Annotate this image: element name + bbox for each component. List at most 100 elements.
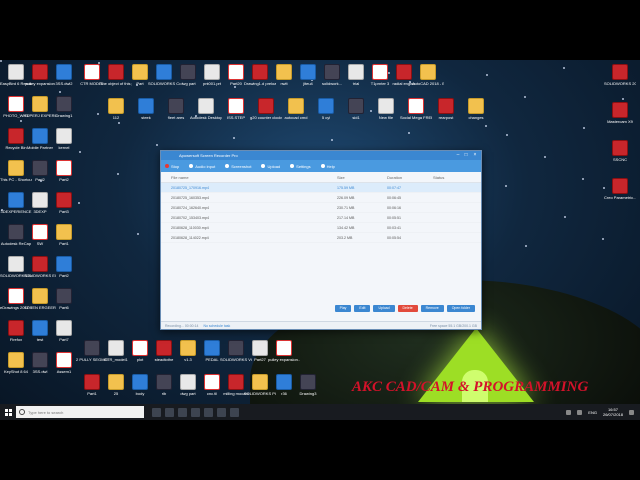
- file-icon: [318, 98, 334, 114]
- desktop-icon-label: ISS.STEP: [226, 115, 245, 120]
- file-row[interactable]: 20180725_160353.mp4 226.09 MB 00:06:45: [161, 193, 481, 203]
- desktop-icon[interactable]: Drawing3: [292, 374, 324, 396]
- star: [602, 238, 604, 240]
- file-row[interactable]: 20180702_153403.mp4 217.14 MB 00:05:51: [161, 213, 481, 223]
- desktop-icon[interactable]: kernel: [48, 128, 80, 150]
- desktop-icon[interactable]: Part2: [48, 160, 80, 182]
- desktop-icon[interactable]: sid1: [340, 98, 372, 120]
- desktop-icon[interactable]: fleet ares: [160, 98, 192, 120]
- play-button[interactable]: Play: [334, 305, 352, 312]
- clock[interactable]: 16:57 26/07/2018: [603, 407, 623, 417]
- desktop-icon[interactable]: 5 cyl: [310, 98, 342, 120]
- desktop-icon[interactable]: Social Mega FREE: [400, 98, 432, 120]
- desktop-icon-label: fleet ares: [167, 115, 185, 120]
- mail-icon[interactable]: [204, 407, 213, 417]
- open-folder-button[interactable]: Open folder: [446, 305, 475, 312]
- file-icon: [108, 98, 124, 114]
- firefox-icon[interactable]: [217, 407, 226, 417]
- window-titlebar[interactable]: Apowersoft Screen Recorder Pro – □ ×: [161, 151, 481, 160]
- file-icon: [56, 192, 72, 208]
- desktop-icon[interactable]: Creo Parametric...: [604, 178, 636, 200]
- col-header-name[interactable]: File name: [161, 175, 337, 180]
- desktop-icon-label: 5 cyl: [321, 115, 331, 120]
- delete-button[interactable]: Delete: [397, 305, 418, 312]
- desktop-icon[interactable]: rearpost: [430, 98, 462, 120]
- screenshot-button[interactable]: Screenshot: [225, 164, 251, 169]
- taskbar-search[interactable]: [16, 406, 144, 418]
- file-name-cell: 20180628_114022.mp4: [171, 235, 209, 240]
- file-icon: [56, 320, 72, 336]
- volume-icon[interactable]: [577, 409, 583, 415]
- file-icon: [180, 374, 196, 390]
- file-icon: [612, 140, 628, 156]
- desktop-icon-label: Autodesk Desktop App: [190, 115, 222, 120]
- desktop-icon[interactable]: g20 counter clockwise: [250, 98, 282, 120]
- task-view-icon[interactable]: [152, 407, 161, 417]
- col-header-duration[interactable]: Duration: [387, 175, 433, 180]
- desktop-icon[interactable]: 112: [100, 98, 132, 120]
- desktop-icon[interactable]: SOLIDWORKS 2017: [604, 64, 636, 86]
- file-icon: [32, 192, 48, 208]
- file-row[interactable]: 20180628_114022.mp4 203.2 MB 00:05:54: [161, 233, 481, 243]
- maximize-icon[interactable]: □: [463, 153, 469, 158]
- desktop-icon[interactable]: ISS.STEP: [220, 98, 252, 120]
- network-icon[interactable]: [566, 409, 572, 415]
- desktop-icon[interactable]: Part6: [48, 288, 80, 310]
- edit-button[interactable]: Edit: [354, 305, 371, 312]
- file-icon: [108, 340, 124, 356]
- help-button[interactable]: Help: [320, 164, 335, 169]
- desktop-icon[interactable]: Part7: [48, 320, 80, 342]
- col-header-size[interactable]: Size: [337, 175, 387, 180]
- file-name-cell: 20180724_162640.mp4: [171, 205, 209, 210]
- file-icon: [32, 128, 48, 144]
- desktop-icon[interactable]: Autodesk Desktop App: [190, 98, 222, 120]
- desktop-icon[interactable]: autocad cmd: [280, 98, 312, 120]
- settings-label: Settings: [296, 163, 311, 169]
- edge-icon[interactable]: [165, 407, 174, 417]
- file-icon: [156, 64, 172, 80]
- notification-icon[interactable]: [629, 409, 634, 415]
- file-size-cell: 230.71 MB: [337, 205, 355, 210]
- desktop-icon[interactable]: Part1: [48, 224, 80, 246]
- stop-button[interactable]: Stop: [165, 164, 179, 169]
- status-bar: Recording... 00:00:14 No schedule task F…: [161, 321, 481, 329]
- file-row[interactable]: 20180724_162640.mp4 230.71 MB 00:06:16: [161, 203, 481, 213]
- desktop-icon[interactable]: Mastercam X9: [604, 102, 636, 124]
- settings-button[interactable]: Settings: [290, 163, 311, 169]
- file-icon: [258, 98, 274, 114]
- file-icon: [8, 352, 24, 368]
- recorder-icon[interactable]: [230, 407, 239, 417]
- desktop-icon[interactable]: Part2: [48, 256, 80, 278]
- language-indicator[interactable]: ENG: [588, 410, 597, 415]
- file-icon: [32, 224, 48, 240]
- file-icon: [56, 128, 72, 144]
- close-icon[interactable]: ×: [472, 153, 478, 158]
- store-icon[interactable]: [191, 407, 200, 417]
- desktop-icon[interactable]: Part3: [48, 192, 80, 214]
- minimize-icon[interactable]: –: [455, 153, 461, 158]
- upload-button[interactable]: Upload: [373, 305, 395, 312]
- upload-menu-button[interactable]: Upload: [261, 164, 280, 169]
- schedule-link[interactable]: No schedule task: [203, 324, 230, 328]
- desktop-icon[interactable]: changes: [460, 98, 492, 120]
- desktop-icon[interactable]: AutoCAD 2018 - E...: [412, 64, 444, 86]
- file-row[interactable]: 20180725_170916.mp4 175.59 MB 00:07:47: [161, 183, 481, 193]
- audio-input-button[interactable]: Audio input: [189, 164, 215, 169]
- file-explorer-icon[interactable]: [178, 407, 187, 417]
- remove-button[interactable]: Remove: [420, 305, 444, 312]
- start-button[interactable]: [0, 404, 16, 420]
- file-icon: [372, 64, 388, 80]
- search-input[interactable]: [28, 409, 138, 415]
- desktop-icon[interactable]: pulley expansion...: [268, 340, 300, 362]
- file-icon: [8, 192, 24, 208]
- desktop-icon[interactable]: SSCNC: [604, 140, 636, 162]
- col-header-status[interactable]: Status: [433, 175, 473, 180]
- file-icon: [132, 64, 148, 80]
- file-icon: [32, 352, 48, 368]
- desktop-icon[interactable]: Drawing1: [48, 96, 80, 118]
- desktop-icon[interactable]: New file: [370, 98, 402, 120]
- taskbar: ENG 16:57 26/07/2018: [0, 404, 640, 420]
- desktop-icon[interactable]: steek: [130, 98, 162, 120]
- file-row[interactable]: 20180628_110030.mp4 134.42 MB 00:03:41: [161, 223, 481, 233]
- file-icon: [204, 64, 220, 80]
